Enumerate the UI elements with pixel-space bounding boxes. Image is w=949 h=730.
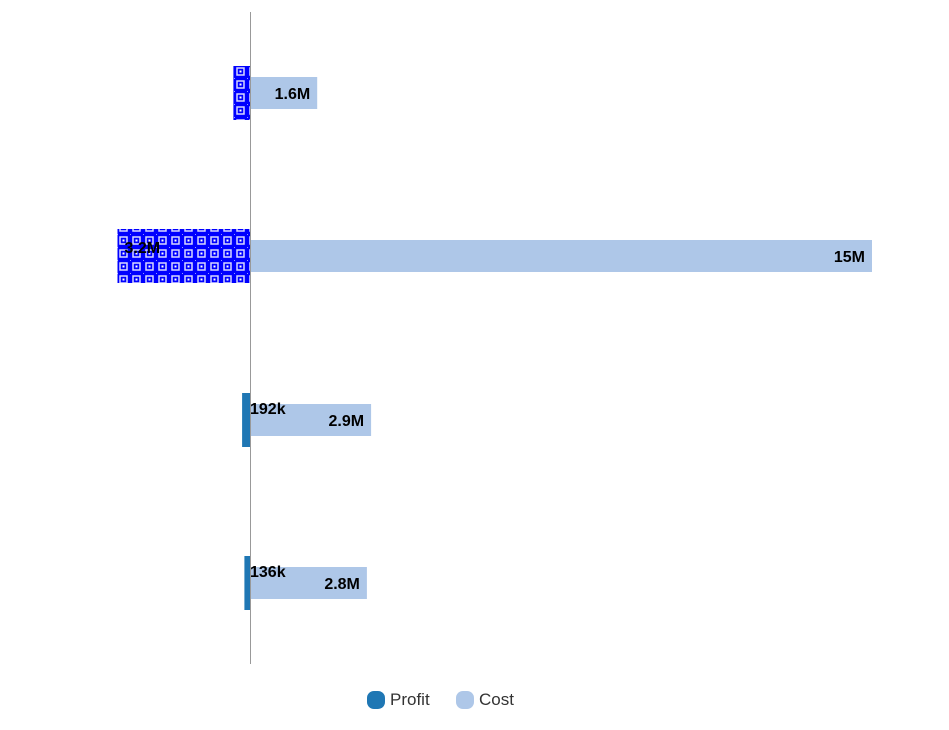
profit-bar-1[interactable]: [233, 66, 250, 120]
data-labels-layer: 1.6M 15M 3.2M 2.9M 192k 2.8M 136k: [125, 86, 866, 593]
legend-swatch-profit: [367, 691, 385, 709]
legend: Profit Cost: [0, 686, 949, 714]
bars-layer: [117, 66, 872, 610]
cost-bar-2[interactable]: [251, 240, 872, 272]
legend-item-cost[interactable]: Cost: [456, 686, 514, 714]
cost-data-label-1: 1.6M: [275, 86, 311, 103]
cost-data-label-3: 2.9M: [329, 413, 365, 430]
bar-chart: 1.6M 15M 3.2M 2.9M 192k 2.8M 136k: [117, 12, 872, 664]
legend-item-profit[interactable]: Profit: [367, 686, 430, 714]
profit-data-label-3: 192k: [250, 401, 286, 418]
profit-data-label-4: 136k: [250, 564, 286, 581]
cost-data-label-2: 15M: [834, 249, 865, 266]
profit-data-label-2: 3.2M: [125, 240, 161, 257]
legend-swatch-cost: [456, 691, 474, 709]
legend-label-profit: Profit: [390, 690, 430, 709]
profit-bar-3[interactable]: [242, 393, 250, 447]
cost-data-label-4: 2.8M: [324, 576, 360, 593]
legend-label-cost: Cost: [479, 690, 514, 709]
